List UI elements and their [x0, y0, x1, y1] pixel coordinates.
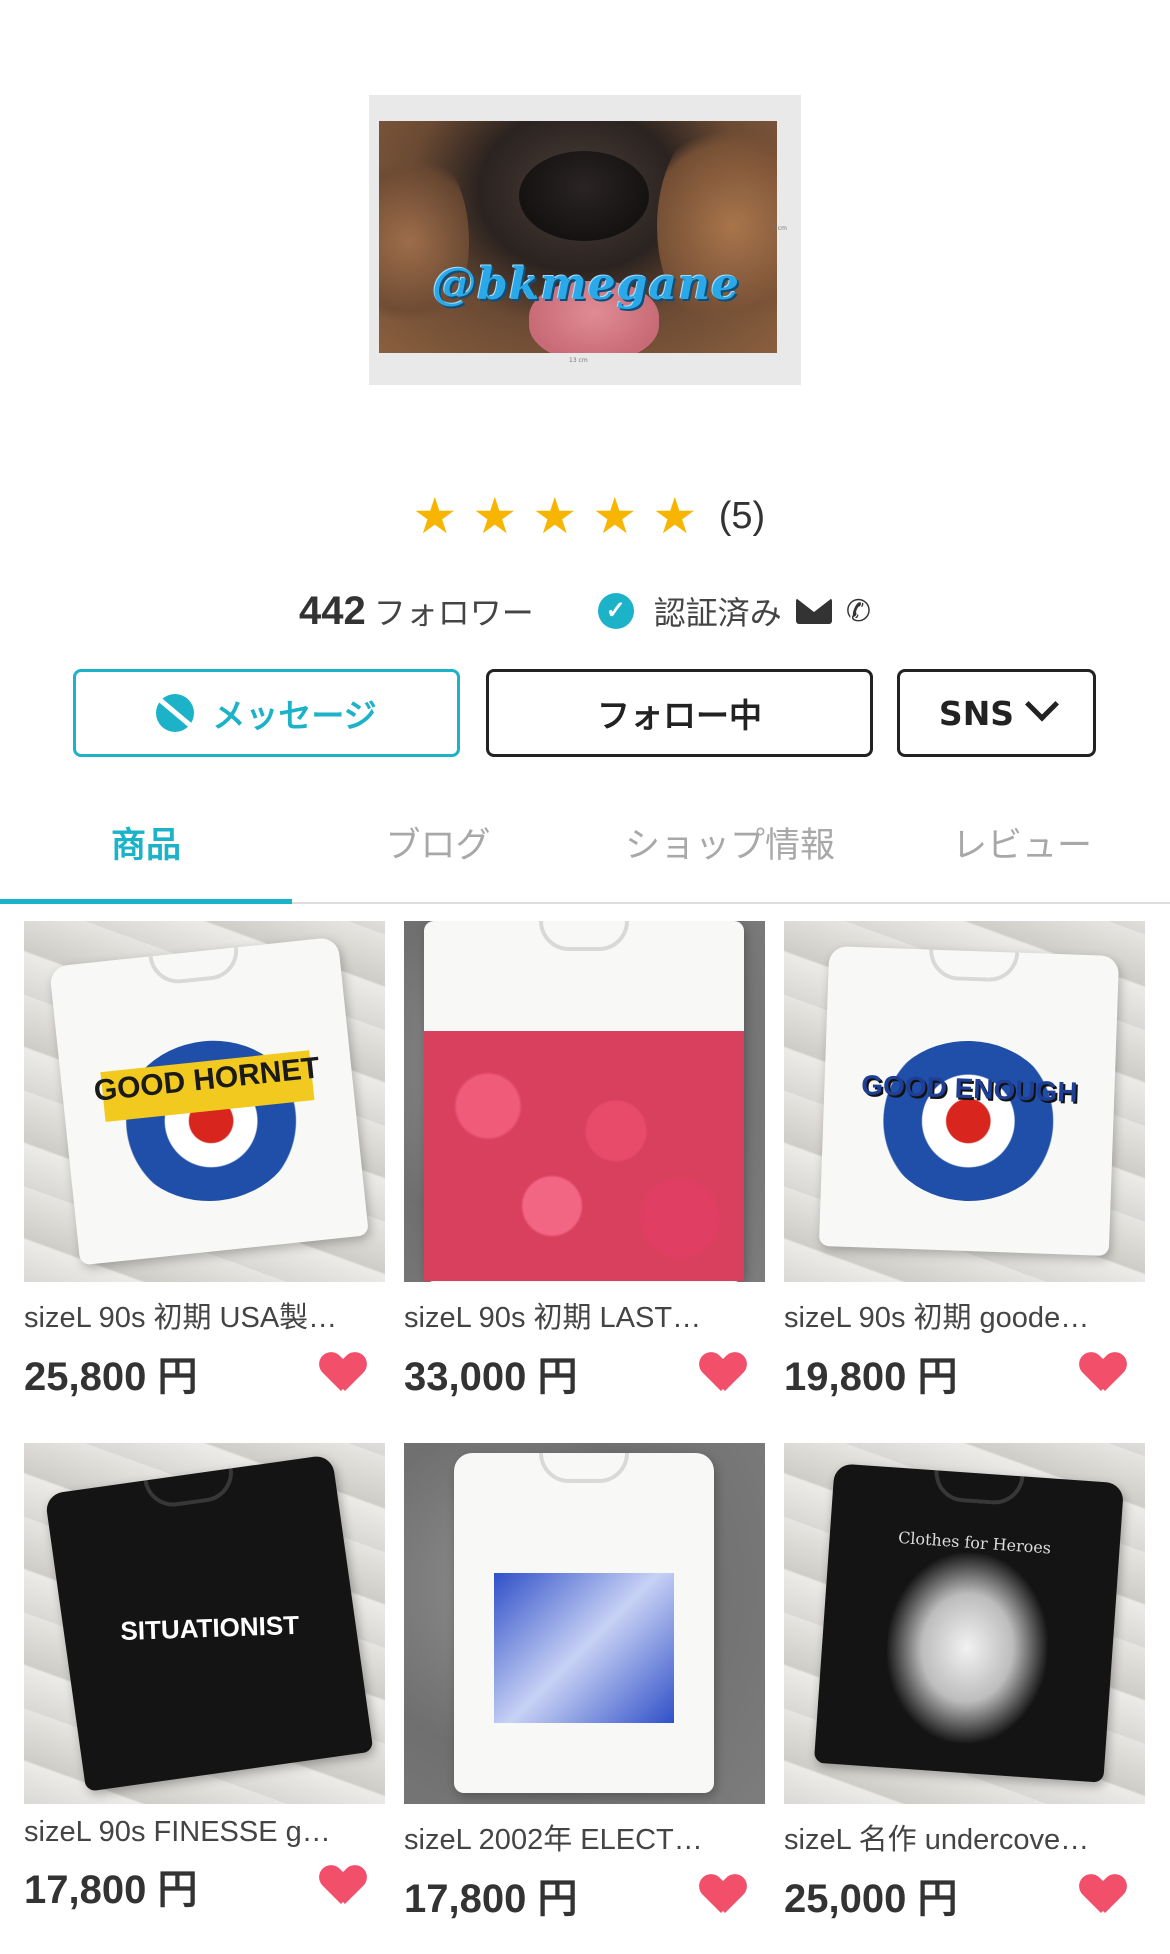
- heart-icon[interactable]: [701, 1875, 745, 1915]
- heart-icon[interactable]: [1081, 1353, 1125, 1393]
- print-text: SITUATIONIST: [119, 1609, 300, 1647]
- product-card[interactable]: sizeL 2002年 ELECT… 17,800 円: [404, 1443, 765, 1954]
- product-price: 25,800 円: [24, 1355, 198, 1399]
- heart-icon[interactable]: [701, 1353, 745, 1393]
- following-button[interactable]: フォロー中: [486, 669, 873, 757]
- message-off-icon: [156, 694, 195, 732]
- product-title[interactable]: sizeL 90s 初期 goode…: [784, 1294, 1145, 1336]
- verified-badge: ✓ 認証済み ✆: [597, 588, 871, 634]
- star-icon: ★: [532, 487, 578, 545]
- product-card[interactable]: SITUATIONIST sizeL 90s FINESSE g… 17,800…: [24, 1443, 385, 1954]
- print-graphic: [880, 1547, 1054, 1749]
- print-graphic: [424, 1031, 744, 1281]
- shop-tabs: 商品 ブログ ショップ情報 レビュー: [0, 782, 1170, 904]
- product-card[interactable]: GOOD ENOUGH sizeL 90s 初期 goode… 19,800 円: [784, 921, 1145, 1443]
- tshirt-image: SITUATIONIST: [44, 1454, 374, 1792]
- product-image[interactable]: SITUATIONIST: [24, 1443, 385, 1804]
- product-price: 17,800 円: [24, 1868, 198, 1912]
- product-grid: GOOD HORNET sizeL 90s 初期 USA製… 25,800 円 …: [24, 921, 1146, 1954]
- product-card[interactable]: Clothes for Heroes sizeL 名作 undercove… 2…: [784, 1443, 1145, 1954]
- star-icon: ★: [472, 487, 518, 545]
- tshirt-image: GOOD ENOUGH: [818, 946, 1120, 1256]
- product-price-row: 25,800 円: [24, 1344, 385, 1402]
- star-icon: ★: [412, 487, 458, 545]
- mail-icon: [795, 598, 832, 624]
- product-price-row: 33,000 円: [404, 1344, 765, 1402]
- tab-reviews[interactable]: レビュー: [876, 782, 1168, 902]
- product-price-row: 25,000 円: [784, 1866, 1145, 1924]
- heart-icon[interactable]: [321, 1353, 365, 1393]
- followers-label[interactable]: フォロワー: [374, 588, 534, 634]
- shop-handle: @bkmegane: [431, 259, 741, 310]
- product-price: 19,800 円: [784, 1355, 958, 1399]
- tab-blog[interactable]: ブログ: [292, 782, 584, 902]
- chevron-down-icon: [1025, 687, 1060, 722]
- product-price: 33,000 円: [404, 1355, 578, 1399]
- product-image[interactable]: GOOD ENOUGH: [784, 921, 1145, 1282]
- sns-button-label: SNS: [938, 693, 1015, 733]
- heart-icon[interactable]: [321, 1866, 365, 1906]
- product-price-row: 19,800 円: [784, 1344, 1145, 1402]
- print-graphic: [875, 1037, 1062, 1205]
- following-button-label: フォロー中: [597, 696, 762, 735]
- product-title[interactable]: sizeL 2002年 ELECT…: [404, 1816, 765, 1858]
- followers-count[interactable]: 442: [299, 589, 366, 634]
- verified-label: 認証済み: [653, 595, 782, 631]
- product-price-row: 17,800 円: [24, 1857, 385, 1915]
- scale-label-y: 7 cm: [772, 225, 787, 232]
- rating-row: ★ ★ ★ ★ ★ (5): [0, 487, 1170, 545]
- product-title[interactable]: sizeL 90s 初期 USA製…: [24, 1294, 385, 1336]
- tshirt-image: [424, 921, 744, 1282]
- profile-meta-row: 442 フォロワー ✓ 認証済み ✆: [0, 588, 1170, 634]
- product-image[interactable]: [404, 921, 765, 1282]
- scale-label-x: 13 cm: [569, 357, 588, 364]
- sns-dropdown-button[interactable]: SNS: [897, 669, 1096, 757]
- product-card[interactable]: sizeL 90s 初期 LAST… 33,000 円: [404, 921, 765, 1443]
- tshirt-image: Clothes for Heroes: [813, 1463, 1125, 1783]
- print-graphic: [494, 1573, 674, 1723]
- product-price: 25,000 円: [784, 1877, 958, 1921]
- product-card[interactable]: GOOD HORNET sizeL 90s 初期 USA製… 25,800 円: [24, 921, 385, 1443]
- rating-count[interactable]: (5): [719, 495, 765, 538]
- product-title[interactable]: sizeL 90s FINESSE g…: [24, 1816, 385, 1849]
- print-text: GOOD ENOUGH: [860, 1069, 1079, 1108]
- phone-icon: ✆: [845, 594, 871, 628]
- tab-shop-info[interactable]: ショップ情報: [584, 782, 876, 902]
- product-title[interactable]: sizeL 名作 undercove…: [784, 1816, 1145, 1858]
- product-title[interactable]: sizeL 90s 初期 LAST…: [404, 1294, 765, 1336]
- photo-fur: [379, 141, 469, 341]
- product-image[interactable]: Clothes for Heroes: [784, 1443, 1145, 1804]
- star-icon: ★: [592, 487, 638, 545]
- tab-products[interactable]: 商品: [0, 782, 292, 904]
- product-price: 17,800 円: [404, 1877, 578, 1921]
- shop-photo: @bkmegane: [379, 121, 777, 353]
- photo-dog-nose: [519, 151, 649, 241]
- star-icon: ★: [652, 487, 698, 545]
- product-price-row: 17,800 円: [404, 1866, 765, 1924]
- heart-icon[interactable]: [1081, 1875, 1125, 1915]
- message-button[interactable]: メッセージ: [73, 669, 460, 757]
- check-circle-icon: ✓: [597, 593, 634, 629]
- tshirt-image: GOOD HORNET: [49, 936, 369, 1266]
- tshirt-image: [454, 1453, 714, 1793]
- message-button-label: メッセージ: [212, 696, 377, 735]
- product-image[interactable]: GOOD HORNET: [24, 921, 385, 1282]
- shop-header-image: @bkmegane 13 cm 7 cm: [369, 95, 801, 385]
- product-image[interactable]: [404, 1443, 765, 1804]
